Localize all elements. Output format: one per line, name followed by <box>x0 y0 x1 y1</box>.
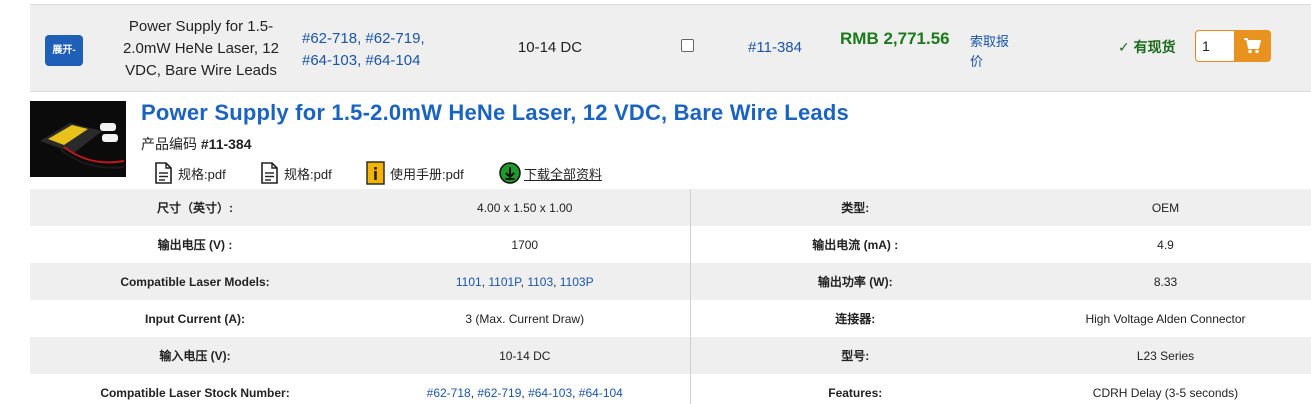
product-image <box>30 101 126 177</box>
compat-link[interactable]: #62-718 <box>302 30 357 47</box>
spec-value: 3 (Max. Current Draw) <box>360 300 691 337</box>
spec-label: 类型: <box>690 189 1020 226</box>
spec-pdf-link-1[interactable]: 规格:pdf <box>153 160 226 186</box>
doc-label: 规格:pdf <box>178 166 226 182</box>
compat-link[interactable]: #64-104 <box>365 52 420 69</box>
spec-value: 1101, 1101P, 1103, 1103P <box>360 263 691 300</box>
compat-link[interactable]: #62-719 <box>365 30 420 47</box>
spec-label: 输入电压 (V): <box>30 337 360 374</box>
spec-value: 10-14 DC <box>360 337 691 374</box>
stock-status-label: 有现货 <box>1133 39 1176 55</box>
spec-label: 输出电压 (V) : <box>157 238 233 252</box>
spec-row: 输出电压 (V) : 1700 输出电流 (mA) : 4.9 <box>30 226 1311 263</box>
quote-text-2: 价 <box>970 54 984 69</box>
stock-number-link[interactable]: #64-103 <box>528 386 572 400</box>
laser-model-link[interactable]: 1103 <box>527 275 553 289</box>
cart-icon <box>1244 38 1261 54</box>
expand-button[interactable]: 展开- <box>45 35 83 66</box>
stock-number-link[interactable]: #62-718 <box>427 386 471 400</box>
spec-row: 尺寸（英寸）: 4.00 x 1.50 x 1.00 类型: OEM <box>30 189 1311 226</box>
document-icon <box>259 161 279 185</box>
spec-value: L23 Series <box>1020 337 1311 374</box>
stock-number-link[interactable]: #62-719 <box>477 386 521 400</box>
download-icon <box>499 161 521 185</box>
spec-table: 尺寸（英寸）: 4.00 x 1.50 x 1.00 类型: OEM 输出电压 … <box>30 189 1311 404</box>
spec-value: OEM <box>1020 189 1311 226</box>
spec-label: Compatible Laser Stock Number: <box>100 385 290 400</box>
quantity-input[interactable] <box>1195 30 1235 62</box>
spec-pdf-link-2[interactable]: 规格:pdf <box>259 160 332 186</box>
product-row: 展开- Power Supply for 1.5-2.0mW HeNe Lase… <box>30 4 1311 92</box>
spec-label: 输出功率 (W): <box>690 263 1020 300</box>
laser-model-link[interactable]: 1101P <box>488 275 520 289</box>
manual-pdf-link[interactable]: 使用手册:pdf <box>365 160 464 186</box>
doc-label: 下载全部资料 <box>524 166 603 182</box>
spec-row: 输入电压 (V): 10-14 DC 型号: L23 Series <box>30 337 1311 374</box>
spec-label: 连接器: <box>835 312 876 326</box>
compatible-stock-numbers: #62-718, #62-719, #64-103, #64-104 <box>302 30 425 69</box>
stock-number-link[interactable]: #64-104 <box>579 386 623 400</box>
request-quote-link[interactable]: 索取报价 <box>970 32 1018 72</box>
spec-value: #62-718, #62-719, #64-103, #64-104 <box>360 374 691 404</box>
product-title: Power Supply for 1.5-2.0mW HeNe Laser, 1… <box>141 100 849 125</box>
spec-value: 8.33 <box>1020 263 1311 300</box>
doc-label: 规格:pdf <box>284 166 332 182</box>
spec-value: 4.00 x 1.50 x 1.00 <box>360 189 691 226</box>
stock-status: ✓ 有现货 <box>1118 37 1176 57</box>
price: RMB 2,771.56 <box>840 29 950 48</box>
spec-label: Compatible Laser Models: <box>30 263 360 300</box>
download-all-link[interactable]: 下载全部资料 <box>499 160 602 186</box>
product-code-label: 产品编码 <box>141 136 197 152</box>
checkmark-icon: ✓ <box>1118 39 1130 55</box>
laser-model-link[interactable]: 1103P <box>560 275 594 289</box>
spec-value: CDRH Delay (3-5 seconds) <box>1092 385 1239 400</box>
spec-row: Compatible Laser Stock Number: #62-718, … <box>30 374 1311 404</box>
voltage-value: 10-14 DC <box>517 39 583 56</box>
product-code-value: #11-384 <box>200 136 252 152</box>
doc-label: 使用手册:pdf <box>390 166 464 182</box>
stock-number-link[interactable]: #11-384 <box>730 39 820 56</box>
spec-row: Input Current (A): 3 (Max. Current Draw)… <box>30 300 1311 337</box>
spec-label: Features: <box>828 385 883 400</box>
compare-checkbox[interactable] <box>681 39 694 52</box>
spec-label: Input Current (A): <box>145 311 245 326</box>
laser-model-link[interactable]: 1101 <box>456 275 482 289</box>
spec-label: 尺寸（英寸）: <box>30 189 360 226</box>
spec-value: 1700 <box>360 226 691 263</box>
quote-text-1: 索取报 <box>970 34 1010 49</box>
spec-value: 4.9 <box>1157 237 1174 252</box>
spec-value: High Voltage Alden Connector <box>1085 311 1246 326</box>
product-code: 产品编码 #11-384 <box>141 134 252 154</box>
spec-label: 输出电流 (mA) : <box>812 238 899 252</box>
spec-label: 型号: <box>690 337 1020 374</box>
compat-link[interactable]: #64-103 <box>302 52 357 69</box>
spec-row: Compatible Laser Models: 1101, 1101P, 11… <box>30 263 1311 300</box>
manual-icon <box>365 161 385 185</box>
add-to-cart-button[interactable] <box>1234 30 1271 62</box>
product-name: Power Supply for 1.5-2.0mW HeNe Laser, 1… <box>123 18 279 79</box>
document-icon <box>153 161 173 185</box>
